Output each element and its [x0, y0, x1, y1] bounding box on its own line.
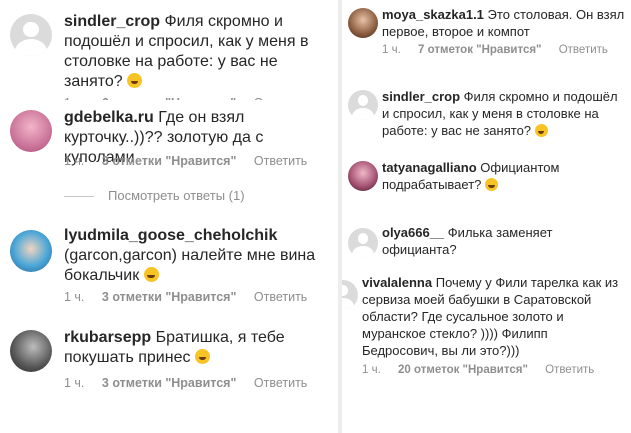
comment-item: gdebelka.ru Где он взял курточку..))?? з…	[0, 100, 338, 195]
comment-username[interactable]: gdebelka.ru	[64, 109, 154, 126]
comment-username[interactable]: sindler_crop	[64, 13, 160, 30]
dark-avatar-icon[interactable]	[10, 330, 52, 372]
pink-avatar-icon[interactable]	[10, 110, 52, 152]
comment-likes[interactable]: 7 отметок "Нравится"	[418, 44, 542, 56]
reply-button[interactable]: Ответить	[545, 364, 594, 376]
reply-button[interactable]: Ответить	[254, 376, 307, 390]
right-comments-panel: moya_skazka1.1 Это столовая. Он взял пер…	[338, 0, 631, 433]
comment-item: olya666__ Филька заменяет официанта?	[342, 218, 631, 268]
comment-item: lyudmila_goose_cheholchik (garcon,garcon…	[0, 220, 338, 315]
comment-likes[interactable]: 3 отметки "Нравится"	[102, 290, 236, 304]
comment-time: 1 ч.	[64, 154, 85, 168]
default-avatar-icon[interactable]	[10, 14, 52, 56]
comment-username[interactable]: moya_skazka1.1	[382, 7, 484, 22]
comment-time: 1 ч.	[64, 376, 85, 390]
comment-meta: 1 ч. 3 отметки "Нравится" Ответить	[64, 376, 321, 390]
comment-item: vivalalenna Почему у Фили тарелка как из…	[342, 268, 631, 428]
comment-time: 1 ч.	[382, 44, 401, 56]
comment-item: moya_skazka1.1 Это столовая. Он взял пер…	[342, 0, 631, 70]
comment-item: sindler_crop Филя скромно и подошёл и сп…	[342, 80, 631, 155]
left-comments-panel: sindler_crop Филя скромно и подошёл и сп…	[0, 0, 338, 433]
comment-time: 1 ч.	[362, 364, 381, 376]
comment-likes[interactable]: 3 отметки "Нравится"	[102, 376, 236, 390]
laughing-emoji-icon	[534, 124, 548, 137]
comment-item: tatyanagalliano Официантом подрабатывает…	[342, 157, 631, 212]
comment-meta: 1 ч. 3 отметки "Нравится" Ответить	[64, 154, 321, 168]
comment-username[interactable]: sindler_crop	[382, 89, 460, 104]
comment-username[interactable]: vivalalenna	[362, 275, 432, 290]
default-avatar-icon[interactable]	[348, 228, 378, 258]
reply-button[interactable]: Ответить	[254, 290, 307, 304]
doll-avatar-icon[interactable]	[10, 230, 52, 272]
comment-meta: 1 ч. 20 отметок "Нравится" Ответить	[362, 364, 608, 376]
reply-button[interactable]: Ответить	[254, 154, 307, 168]
comment-username[interactable]: rkubarsepp	[64, 329, 151, 346]
laughing-emoji-icon	[143, 267, 159, 282]
face-avatar-icon[interactable]	[348, 8, 378, 38]
comment-likes[interactable]: 20 отметок "Нравится"	[398, 364, 528, 376]
divider-line	[64, 196, 94, 197]
comment-username[interactable]: tatyanagalliano	[382, 160, 477, 175]
comment-text: (garcon,garcon) налейте мне вина бокальч…	[64, 247, 316, 284]
comment-likes[interactable]: 3 отметки "Нравится"	[102, 154, 236, 168]
thinking-emoji-icon	[485, 178, 499, 191]
view-replies-link[interactable]: Посмотреть ответы (1)	[108, 188, 245, 203]
comment-meta: 1 ч. 7 отметок "Нравится" Ответить	[382, 44, 622, 56]
default-avatar-icon[interactable]	[342, 280, 358, 310]
comment-item: rkubarsepp Братишка, я тебе покушать при…	[0, 318, 338, 413]
comment-item: sindler_crop Филя скромно и подошёл и сп…	[0, 0, 338, 110]
laughing-emoji-icon	[127, 73, 143, 88]
reply-button[interactable]: Ответить	[559, 44, 608, 56]
default-avatar-icon[interactable]	[348, 90, 378, 120]
comment-meta: 1 ч. 3 отметки "Нравится" Ответить	[64, 290, 321, 304]
tatyana-avatar-icon[interactable]	[348, 161, 378, 191]
comment-username[interactable]: lyudmila_goose_cheholchik	[64, 227, 277, 244]
comment-time: 1 ч.	[64, 290, 85, 304]
laughing-emoji-icon	[194, 349, 210, 364]
comment-username[interactable]: olya666__	[382, 225, 444, 240]
